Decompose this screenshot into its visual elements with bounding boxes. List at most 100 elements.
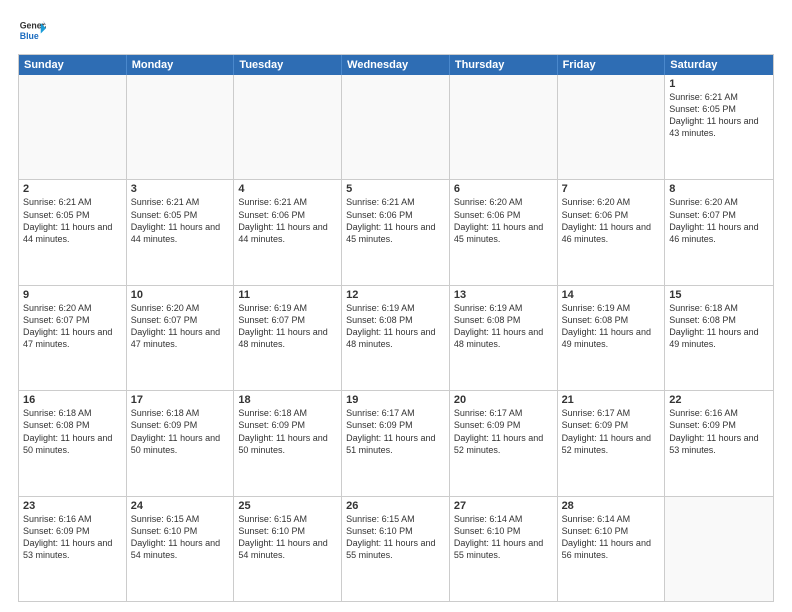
calendar-cell: 14Sunrise: 6:19 AMSunset: 6:08 PMDayligh… (558, 286, 666, 390)
day-number: 25 (238, 500, 337, 512)
day-info: Sunrise: 6:20 AMSunset: 6:06 PMDaylight:… (454, 196, 553, 245)
calendar-header-cell: Saturday (665, 55, 773, 75)
day-number: 14 (562, 289, 661, 301)
calendar-week-row: 9Sunrise: 6:20 AMSunset: 6:07 PMDaylight… (19, 285, 773, 390)
day-info: Sunrise: 6:19 AMSunset: 6:07 PMDaylight:… (238, 302, 337, 351)
day-number: 4 (238, 183, 337, 195)
day-number: 12 (346, 289, 445, 301)
day-info: Sunrise: 6:21 AMSunset: 6:06 PMDaylight:… (346, 196, 445, 245)
calendar-cell: 28Sunrise: 6:14 AMSunset: 6:10 PMDayligh… (558, 497, 666, 601)
day-info: Sunrise: 6:14 AMSunset: 6:10 PMDaylight:… (562, 513, 661, 562)
logo-icon: General Blue (18, 16, 46, 44)
day-number: 5 (346, 183, 445, 195)
day-info: Sunrise: 6:15 AMSunset: 6:10 PMDaylight:… (238, 513, 337, 562)
calendar-cell: 7Sunrise: 6:20 AMSunset: 6:06 PMDaylight… (558, 180, 666, 284)
calendar-cell (127, 75, 235, 179)
day-info: Sunrise: 6:16 AMSunset: 6:09 PMDaylight:… (23, 513, 122, 562)
calendar-cell: 22Sunrise: 6:16 AMSunset: 6:09 PMDayligh… (665, 391, 773, 495)
day-info: Sunrise: 6:21 AMSunset: 6:05 PMDaylight:… (669, 91, 769, 140)
calendar-cell: 27Sunrise: 6:14 AMSunset: 6:10 PMDayligh… (450, 497, 558, 601)
day-info: Sunrise: 6:18 AMSunset: 6:09 PMDaylight:… (131, 407, 230, 456)
calendar-cell (19, 75, 127, 179)
calendar-week-row: 16Sunrise: 6:18 AMSunset: 6:08 PMDayligh… (19, 390, 773, 495)
day-info: Sunrise: 6:16 AMSunset: 6:09 PMDaylight:… (669, 407, 769, 456)
calendar-header-cell: Sunday (19, 55, 127, 75)
header: General Blue (18, 16, 774, 44)
calendar-header: SundayMondayTuesdayWednesdayThursdayFrid… (19, 55, 773, 75)
calendar-cell: 16Sunrise: 6:18 AMSunset: 6:08 PMDayligh… (19, 391, 127, 495)
calendar-cell: 2Sunrise: 6:21 AMSunset: 6:05 PMDaylight… (19, 180, 127, 284)
day-info: Sunrise: 6:20 AMSunset: 6:07 PMDaylight:… (131, 302, 230, 351)
calendar-cell: 5Sunrise: 6:21 AMSunset: 6:06 PMDaylight… (342, 180, 450, 284)
day-number: 7 (562, 183, 661, 195)
calendar-cell (234, 75, 342, 179)
calendar-cell: 8Sunrise: 6:20 AMSunset: 6:07 PMDaylight… (665, 180, 773, 284)
day-number: 19 (346, 394, 445, 406)
day-number: 22 (669, 394, 769, 406)
day-number: 24 (131, 500, 230, 512)
day-info: Sunrise: 6:18 AMSunset: 6:09 PMDaylight:… (238, 407, 337, 456)
day-info: Sunrise: 6:18 AMSunset: 6:08 PMDaylight:… (669, 302, 769, 351)
day-info: Sunrise: 6:21 AMSunset: 6:05 PMDaylight:… (23, 196, 122, 245)
calendar-cell (342, 75, 450, 179)
day-number: 6 (454, 183, 553, 195)
calendar-cell: 11Sunrise: 6:19 AMSunset: 6:07 PMDayligh… (234, 286, 342, 390)
day-number: 2 (23, 183, 122, 195)
calendar-header-cell: Wednesday (342, 55, 450, 75)
day-info: Sunrise: 6:20 AMSunset: 6:06 PMDaylight:… (562, 196, 661, 245)
day-number: 1 (669, 78, 769, 90)
calendar-header-cell: Tuesday (234, 55, 342, 75)
calendar-cell: 26Sunrise: 6:15 AMSunset: 6:10 PMDayligh… (342, 497, 450, 601)
calendar-week-row: 23Sunrise: 6:16 AMSunset: 6:09 PMDayligh… (19, 496, 773, 601)
calendar-cell: 9Sunrise: 6:20 AMSunset: 6:07 PMDaylight… (19, 286, 127, 390)
day-number: 3 (131, 183, 230, 195)
day-info: Sunrise: 6:18 AMSunset: 6:08 PMDaylight:… (23, 407, 122, 456)
calendar-cell: 21Sunrise: 6:17 AMSunset: 6:09 PMDayligh… (558, 391, 666, 495)
day-info: Sunrise: 6:15 AMSunset: 6:10 PMDaylight:… (346, 513, 445, 562)
day-info: Sunrise: 6:14 AMSunset: 6:10 PMDaylight:… (454, 513, 553, 562)
calendar-body: 1Sunrise: 6:21 AMSunset: 6:05 PMDaylight… (19, 75, 773, 601)
calendar-cell: 6Sunrise: 6:20 AMSunset: 6:06 PMDaylight… (450, 180, 558, 284)
day-info: Sunrise: 6:15 AMSunset: 6:10 PMDaylight:… (131, 513, 230, 562)
calendar-cell: 3Sunrise: 6:21 AMSunset: 6:05 PMDaylight… (127, 180, 235, 284)
calendar-cell: 12Sunrise: 6:19 AMSunset: 6:08 PMDayligh… (342, 286, 450, 390)
day-info: Sunrise: 6:20 AMSunset: 6:07 PMDaylight:… (23, 302, 122, 351)
day-number: 27 (454, 500, 553, 512)
calendar-week-row: 2Sunrise: 6:21 AMSunset: 6:05 PMDaylight… (19, 179, 773, 284)
day-info: Sunrise: 6:19 AMSunset: 6:08 PMDaylight:… (562, 302, 661, 351)
day-number: 21 (562, 394, 661, 406)
day-number: 20 (454, 394, 553, 406)
day-info: Sunrise: 6:20 AMSunset: 6:07 PMDaylight:… (669, 196, 769, 245)
day-info: Sunrise: 6:17 AMSunset: 6:09 PMDaylight:… (562, 407, 661, 456)
calendar-cell (450, 75, 558, 179)
day-number: 26 (346, 500, 445, 512)
calendar-cell: 19Sunrise: 6:17 AMSunset: 6:09 PMDayligh… (342, 391, 450, 495)
page: General Blue SundayMondayTuesdayWednesda… (0, 0, 792, 612)
logo: General Blue (18, 16, 46, 44)
day-info: Sunrise: 6:19 AMSunset: 6:08 PMDaylight:… (454, 302, 553, 351)
calendar-cell: 23Sunrise: 6:16 AMSunset: 6:09 PMDayligh… (19, 497, 127, 601)
day-number: 8 (669, 183, 769, 195)
calendar-cell: 13Sunrise: 6:19 AMSunset: 6:08 PMDayligh… (450, 286, 558, 390)
day-info: Sunrise: 6:19 AMSunset: 6:08 PMDaylight:… (346, 302, 445, 351)
day-number: 18 (238, 394, 337, 406)
calendar-cell: 15Sunrise: 6:18 AMSunset: 6:08 PMDayligh… (665, 286, 773, 390)
calendar-cell: 20Sunrise: 6:17 AMSunset: 6:09 PMDayligh… (450, 391, 558, 495)
day-number: 15 (669, 289, 769, 301)
day-number: 28 (562, 500, 661, 512)
calendar-week-row: 1Sunrise: 6:21 AMSunset: 6:05 PMDaylight… (19, 75, 773, 179)
day-number: 17 (131, 394, 230, 406)
calendar-header-cell: Friday (558, 55, 666, 75)
day-number: 10 (131, 289, 230, 301)
day-info: Sunrise: 6:21 AMSunset: 6:06 PMDaylight:… (238, 196, 337, 245)
calendar-cell: 4Sunrise: 6:21 AMSunset: 6:06 PMDaylight… (234, 180, 342, 284)
day-number: 23 (23, 500, 122, 512)
calendar-cell: 25Sunrise: 6:15 AMSunset: 6:10 PMDayligh… (234, 497, 342, 601)
calendar-header-cell: Monday (127, 55, 235, 75)
calendar-cell: 18Sunrise: 6:18 AMSunset: 6:09 PMDayligh… (234, 391, 342, 495)
calendar-cell: 10Sunrise: 6:20 AMSunset: 6:07 PMDayligh… (127, 286, 235, 390)
day-info: Sunrise: 6:17 AMSunset: 6:09 PMDaylight:… (346, 407, 445, 456)
day-info: Sunrise: 6:17 AMSunset: 6:09 PMDaylight:… (454, 407, 553, 456)
day-number: 16 (23, 394, 122, 406)
calendar-cell: 17Sunrise: 6:18 AMSunset: 6:09 PMDayligh… (127, 391, 235, 495)
